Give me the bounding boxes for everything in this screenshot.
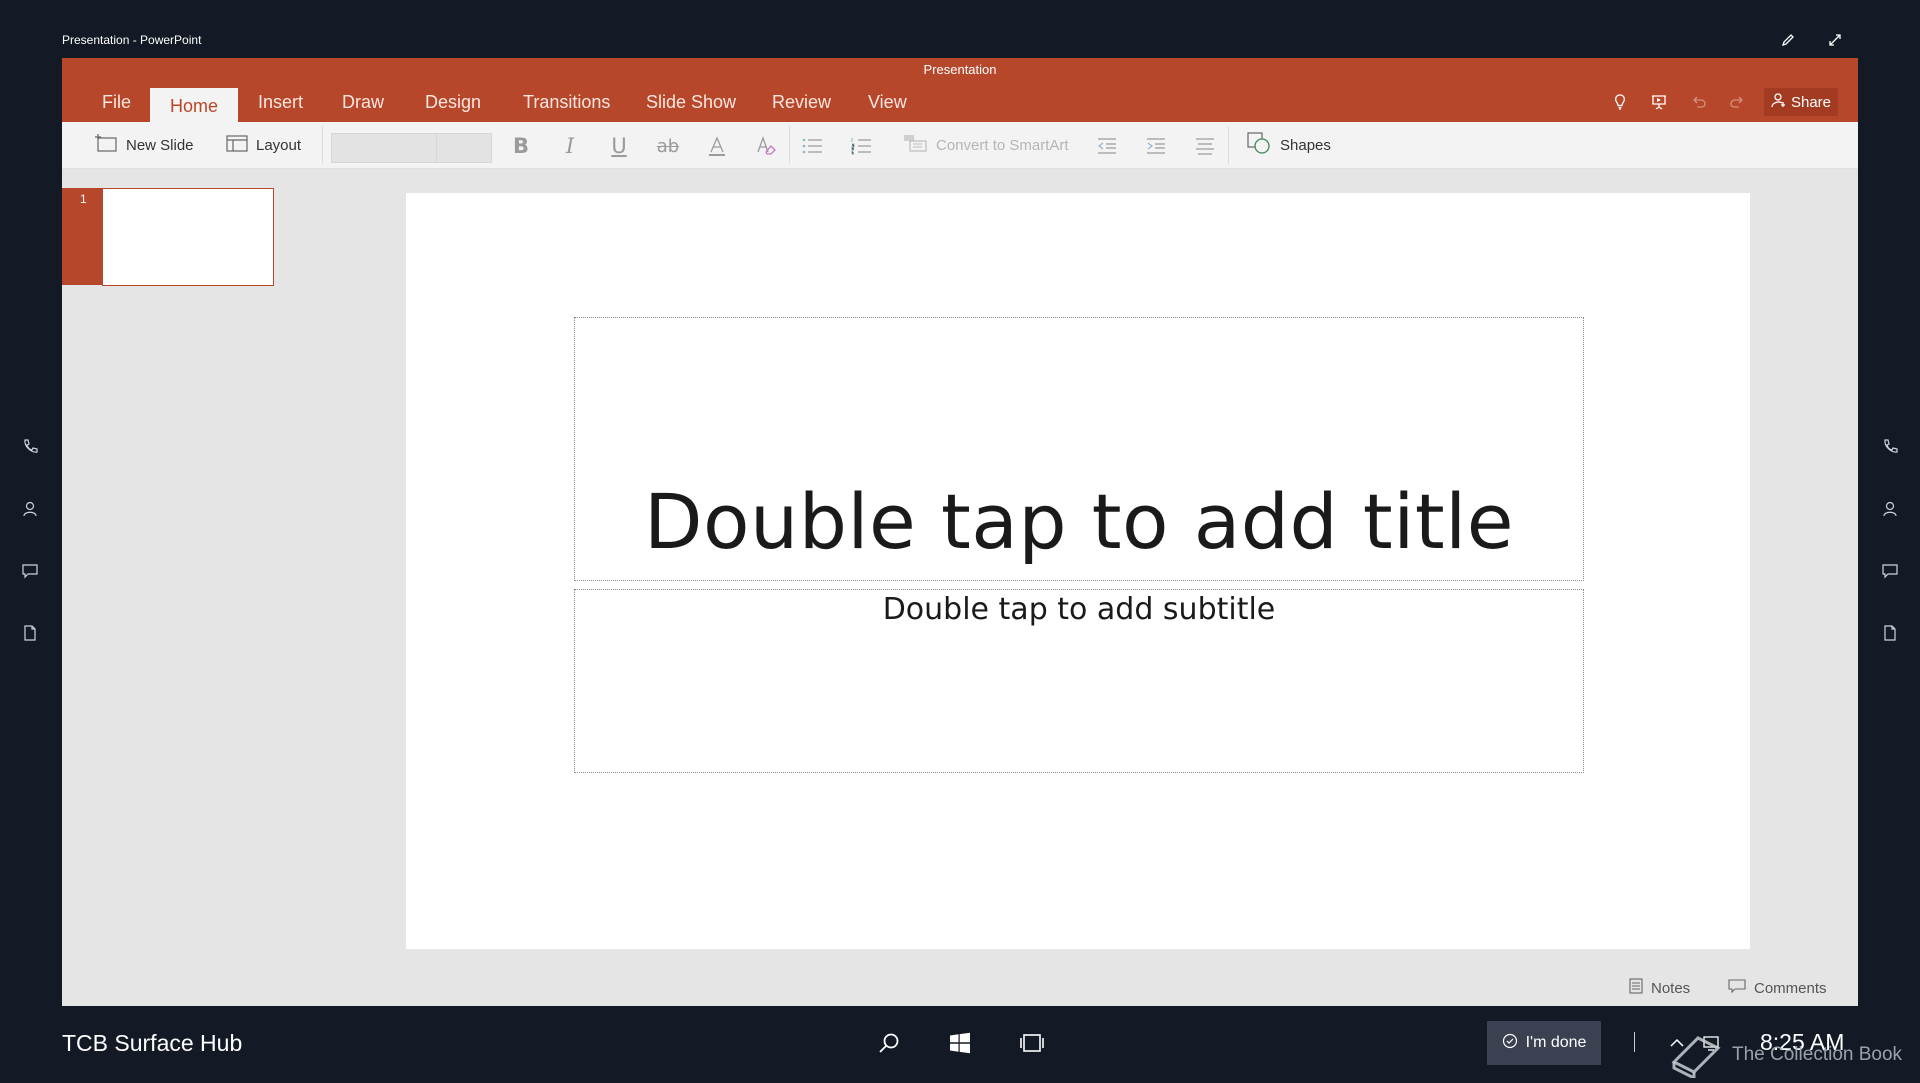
- underline-icon[interactable]: U: [606, 133, 632, 159]
- ribbon-divider: [789, 126, 790, 164]
- convert-smartart-button[interactable]: Convert to SmartArt: [902, 122, 1069, 168]
- new-slide-label: New Slide: [126, 136, 194, 154]
- share-button[interactable]: Share: [1764, 88, 1838, 116]
- comment-icon: [1728, 978, 1746, 998]
- lightbulb-icon[interactable]: [1608, 90, 1632, 114]
- bold-icon[interactable]: B: [508, 133, 534, 159]
- notes-button[interactable]: Notes: [1629, 976, 1690, 1000]
- tab-slide-show[interactable]: Slide Show: [646, 82, 736, 122]
- chat-icon[interactable]: [18, 559, 42, 583]
- layout-button[interactable]: Layout: [226, 122, 301, 168]
- expand-icon[interactable]: [1825, 30, 1845, 50]
- align-icon[interactable]: [1192, 133, 1218, 159]
- slide-number: 1: [80, 192, 87, 206]
- clear-format-icon[interactable]: [753, 133, 779, 159]
- strikethrough-icon[interactable]: ab: [655, 133, 681, 159]
- powerpoint-window: Presentation File Home Insert Draw Desig…: [62, 58, 1858, 1006]
- windows-start-icon[interactable]: [945, 1028, 975, 1058]
- ribbon-divider: [322, 126, 323, 164]
- shapes-label: Shapes: [1280, 136, 1331, 154]
- document-title: Presentation: [62, 58, 1858, 82]
- slide-thumbnail[interactable]: [102, 188, 274, 286]
- new-slide-icon: [94, 133, 118, 157]
- task-view-icon[interactable]: [1017, 1028, 1047, 1058]
- undo-icon[interactable]: [1687, 90, 1711, 114]
- person-icon[interactable]: [18, 497, 42, 521]
- book-logo-icon: [1668, 1030, 1724, 1083]
- taskbar-divider: [1634, 1032, 1635, 1052]
- im-done-button[interactable]: I'm done: [1487, 1021, 1601, 1065]
- tab-transitions[interactable]: Transitions: [523, 82, 610, 122]
- italic-icon[interactable]: I: [557, 133, 583, 159]
- file-icon[interactable]: [1878, 621, 1902, 645]
- smartart-icon: [902, 133, 928, 157]
- tab-view[interactable]: View: [868, 82, 907, 122]
- increase-indent-icon[interactable]: [1143, 133, 1169, 159]
- title-placeholder-text: Double tap to add title: [644, 477, 1514, 566]
- shapes-button[interactable]: Shapes: [1246, 122, 1331, 168]
- tab-insert[interactable]: Insert: [258, 82, 303, 122]
- tab-file[interactable]: File: [102, 82, 136, 122]
- shapes-icon: [1246, 131, 1272, 159]
- tab-draw[interactable]: Draw: [342, 82, 384, 122]
- window-title: Presentation - PowerPoint: [62, 33, 202, 47]
- present-icon[interactable]: [1647, 90, 1671, 114]
- convert-smartart-label: Convert to SmartArt: [936, 136, 1069, 154]
- layout-icon: [226, 134, 248, 156]
- subtitle-placeholder[interactable]: Double tap to add subtitle: [574, 589, 1584, 773]
- file-icon[interactable]: [18, 621, 42, 645]
- comments-label: Comments: [1754, 979, 1827, 997]
- bullets-icon[interactable]: [799, 133, 825, 159]
- person-icon[interactable]: [1878, 497, 1902, 521]
- share-label: Share: [1790, 93, 1832, 111]
- subtitle-placeholder-text: Double tap to add subtitle: [882, 592, 1276, 627]
- ribbon-divider: [1228, 126, 1229, 164]
- notes-label: Notes: [1651, 979, 1691, 997]
- share-person-icon: [1771, 92, 1787, 112]
- tab-review[interactable]: Review: [772, 82, 831, 122]
- pen-icon[interactable]: [1778, 30, 1798, 50]
- chat-icon[interactable]: [1878, 559, 1902, 583]
- phone-icon[interactable]: [1878, 435, 1902, 459]
- slide-canvas[interactable]: Double tap to add title Double tap to ad…: [406, 193, 1750, 949]
- comments-button[interactable]: Comments: [1728, 976, 1827, 1000]
- layout-label: Layout: [256, 136, 302, 154]
- decrease-indent-icon[interactable]: [1094, 133, 1120, 159]
- redo-icon[interactable]: [1725, 90, 1749, 114]
- tab-design[interactable]: Design: [425, 82, 481, 122]
- im-done-label: I'm done: [1525, 1034, 1587, 1051]
- numbering-icon[interactable]: [848, 133, 874, 159]
- phone-icon[interactable]: [18, 435, 42, 459]
- ribbon-tabs: File Home Insert Draw Design Transitions…: [62, 82, 1858, 122]
- search-icon[interactable]: [874, 1028, 904, 1058]
- font-name-box[interactable]: [331, 133, 437, 163]
- notes-icon: [1629, 978, 1643, 998]
- font-color-icon[interactable]: [704, 133, 730, 159]
- font-size-box[interactable]: [436, 133, 492, 163]
- tab-home[interactable]: Home: [150, 88, 238, 122]
- watermark-text: The Collection Book: [1732, 1044, 1903, 1065]
- check-circle-icon: [1502, 1033, 1518, 1054]
- home-ribbon: New Slide Layout B I U ab Convert to Sma…: [62, 122, 1858, 169]
- device-name: TCB Surface Hub: [62, 1030, 243, 1056]
- new-slide-button[interactable]: New Slide: [94, 122, 194, 168]
- title-placeholder[interactable]: Double tap to add title: [574, 317, 1584, 581]
